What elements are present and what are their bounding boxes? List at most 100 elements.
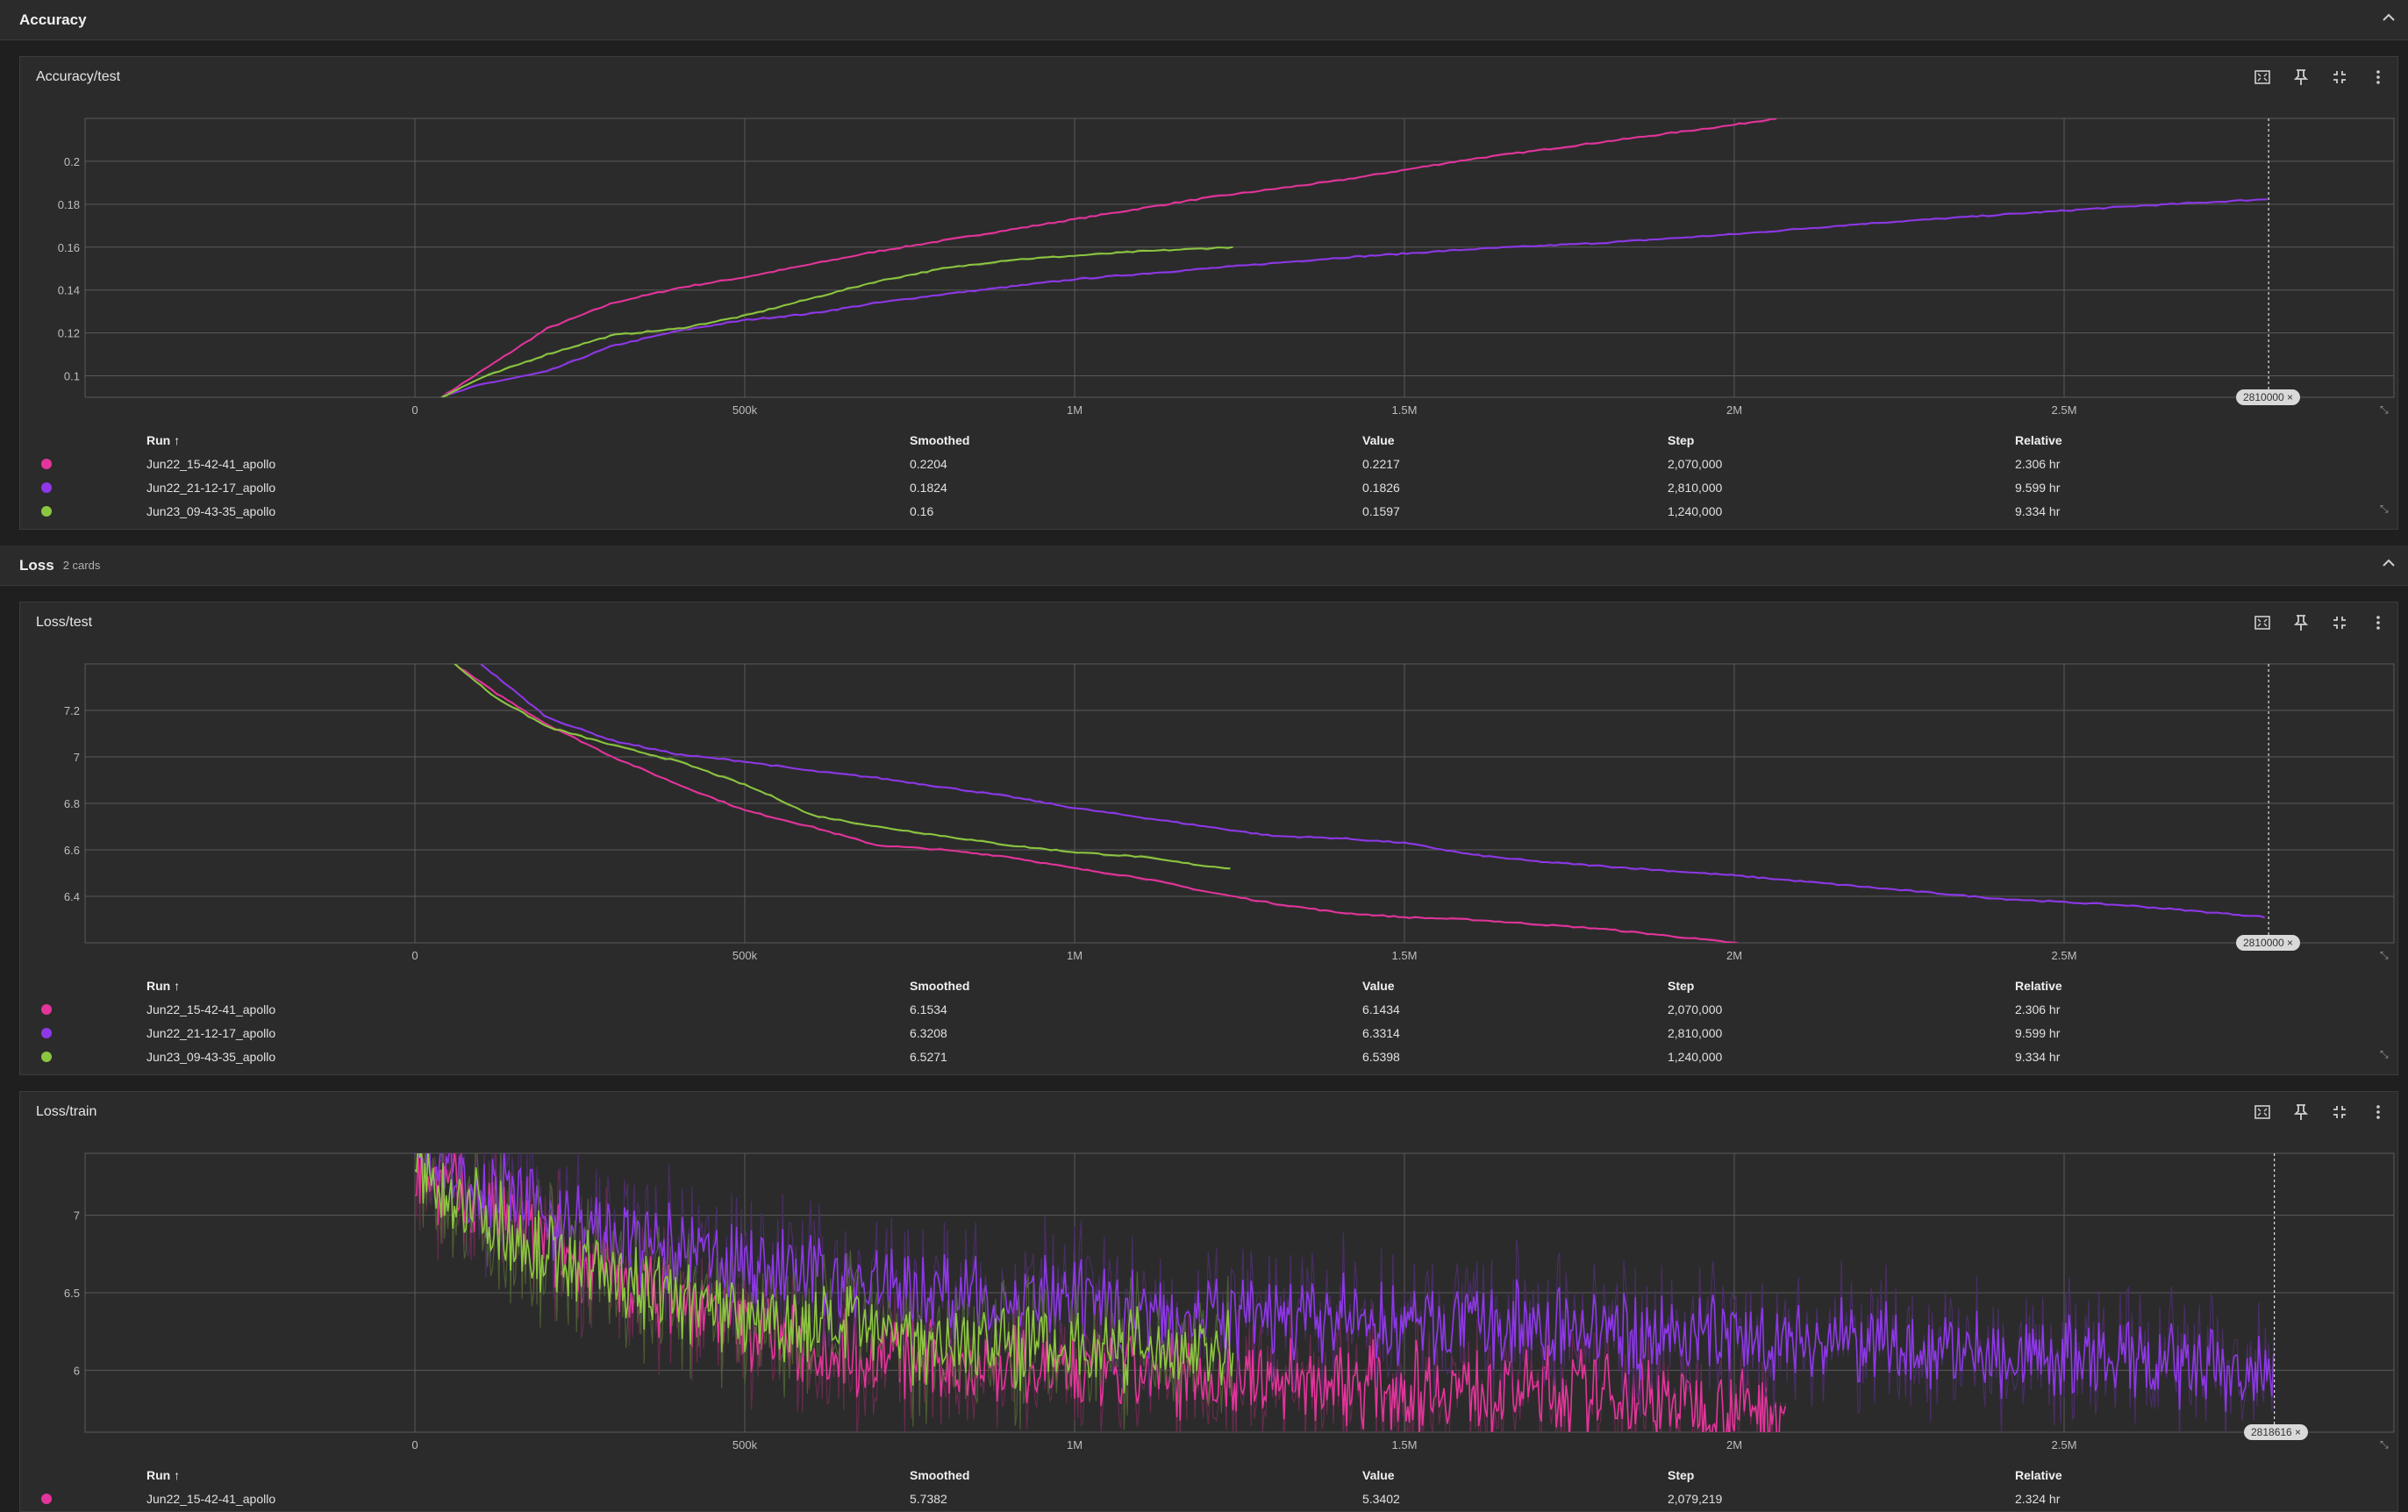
- run-color-dot: [41, 459, 52, 469]
- resize-handle-icon[interactable]: ⤡: [2380, 503, 2390, 515]
- table-cell-smoothed: 6.3208: [910, 1026, 947, 1040]
- y-tick-label: 0.12: [58, 327, 80, 340]
- run-color-dot: [41, 1052, 52, 1062]
- x-tick-label: 1M: [1067, 1438, 1083, 1451]
- header-run[interactable]: Run ↑: [146, 433, 180, 447]
- series-layer: [454, 664, 2265, 943]
- card-title: Loss/test: [36, 615, 93, 630]
- series-layer: [414, 1153, 2275, 1432]
- header-step[interactable]: Step: [1668, 433, 1694, 447]
- table-cell-relative: 2.324 hr: [2015, 1492, 2061, 1506]
- header-value[interactable]: Value: [1362, 433, 1395, 447]
- resize-handle-icon[interactable]: ⤡: [2380, 1048, 2390, 1060]
- header-run[interactable]: Run ↑: [146, 979, 180, 993]
- table-cell-relative: 9.334 hr: [2015, 1050, 2061, 1064]
- table-cell-smoothed: 6.5271: [910, 1050, 947, 1064]
- series-raw-line: [454, 664, 1742, 943]
- collapse-icon[interactable]: [2320, 66, 2359, 89]
- table-cell-run[interactable]: Jun22_21-12-17_apollo: [146, 1026, 275, 1040]
- card-title: Loss/train: [36, 1104, 97, 1119]
- y-tick-label: 6.4: [64, 890, 80, 903]
- header-relative[interactable]: Relative: [2015, 979, 2062, 993]
- more-vert-icon[interactable]: [2359, 66, 2397, 89]
- table-cell-smoothed: 0.1824: [910, 481, 947, 495]
- table-cell-step: 2,070,000: [1668, 1002, 1723, 1016]
- series-line: [454, 664, 1740, 943]
- x-tick-label: 2.5M: [2052, 403, 2077, 417]
- x-tick-label: 1.5M: [1392, 403, 1418, 417]
- resize-handle-icon[interactable]: ⤡: [2380, 1438, 2390, 1451]
- y-tick-label: 6.6: [64, 844, 80, 857]
- more-vert-icon[interactable]: [2359, 1101, 2397, 1123]
- y-tick-label: 0.2: [64, 155, 80, 168]
- chart-plot[interactable]: 0 500k 1M 1.5M 2M 2.5M 0.1 0.12 0.14 0.16 0.18 0.2: [20, 101, 2399, 460]
- header-run[interactable]: Run ↑: [146, 1468, 180, 1482]
- run-color-dot: [41, 1004, 52, 1015]
- cursor-step-label: 2810000: [2243, 391, 2284, 403]
- table-cell-relative: 2.306 hr: [2015, 457, 2061, 471]
- header-smoothed[interactable]: Smoothed: [910, 1468, 969, 1482]
- header-smoothed[interactable]: Smoothed: [910, 433, 969, 447]
- fit-domain-icon[interactable]: [2243, 611, 2282, 634]
- table-cell-value: 6.1434: [1362, 1002, 1400, 1016]
- table-cell-run[interactable]: Jun22_15-42-41_apollo: [146, 1492, 275, 1506]
- header-value[interactable]: Value: [1362, 979, 1395, 993]
- run-color-dot: [41, 482, 52, 493]
- x-tick-label: 1.5M: [1392, 1438, 1418, 1451]
- group-header-loss[interactable]: Loss 2 cards: [0, 546, 2408, 586]
- header-smoothed[interactable]: Smoothed: [910, 979, 969, 993]
- cursor-step-badge[interactable]: 2810000 ×: [2236, 935, 2301, 951]
- y-tick-label: 0.1: [64, 370, 80, 383]
- group-header-accuracy[interactable]: Accuracy: [0, 0, 2408, 40]
- run-color-dot: [41, 1028, 52, 1038]
- card-title: Accuracy/test: [36, 69, 121, 84]
- chart-plot[interactable]: 0 500k 1M 1.5M 2M 2.5M 6.4 6.6 6.8 7 7.2: [20, 646, 2399, 1006]
- table-cell-run[interactable]: Jun22_15-42-41_apollo: [146, 457, 275, 471]
- collapse-icon[interactable]: [2320, 1101, 2359, 1123]
- cursor-step-badge[interactable]: 2818616 ×: [2244, 1424, 2309, 1440]
- collapse-icon[interactable]: [2320, 611, 2359, 634]
- header-relative[interactable]: Relative: [2015, 1468, 2062, 1482]
- table-cell-value: 5.3402: [1362, 1492, 1400, 1506]
- table-cell-relative: 9.599 hr: [2015, 481, 2061, 495]
- x-tick-label: 0: [411, 1438, 418, 1451]
- group-title: Accuracy: [19, 11, 87, 28]
- resize-handle-icon[interactable]: ⤡: [2380, 949, 2390, 961]
- fit-domain-icon[interactable]: [2243, 1101, 2282, 1123]
- table-cell-run[interactable]: Jun23_09-43-35_apollo: [146, 504, 275, 518]
- plot-frame: [84, 118, 2395, 398]
- fit-domain-icon[interactable]: [2243, 66, 2282, 89]
- chevron-up-icon[interactable]: [2380, 9, 2397, 26]
- series-line: [440, 246, 1233, 397]
- pin-icon[interactable]: [2282, 66, 2320, 89]
- table-cell-step: 2,810,000: [1668, 1026, 1723, 1040]
- table-cell-run[interactable]: Jun22_21-12-17_apollo: [146, 481, 275, 495]
- card-toolbar: [2243, 66, 2397, 89]
- y-tick-label: 7.2: [64, 704, 80, 717]
- table-cell-smoothed: 5.7382: [910, 1492, 947, 1506]
- table-cell-value: 0.1597: [1362, 504, 1400, 518]
- table-cell-step: 2,079,219: [1668, 1492, 1723, 1506]
- table-cell-step: 2,810,000: [1668, 481, 1723, 495]
- header-step[interactable]: Step: [1668, 979, 1694, 993]
- table-cell-run[interactable]: Jun23_09-43-35_apollo: [146, 1050, 275, 1064]
- resize-handle-icon[interactable]: ⤡: [2380, 403, 2390, 416]
- table-cell-step: 2,070,000: [1668, 457, 1723, 471]
- header-step[interactable]: Step: [1668, 1468, 1694, 1482]
- series-raw-line: [440, 246, 1233, 397]
- y-tick-label: 0.18: [58, 198, 80, 211]
- chart-plot[interactable]: 0 500k 1M 1.5M 2M 2.5M 6 6.5 7: [20, 1136, 2399, 1495]
- table-cell-run[interactable]: Jun22_15-42-41_apollo: [146, 1002, 275, 1016]
- pin-icon[interactable]: [2282, 1101, 2320, 1123]
- y-tick-label: 6.5: [64, 1287, 80, 1300]
- table-cell-step: 1,240,000: [1668, 1050, 1723, 1064]
- more-vert-icon[interactable]: [2359, 611, 2397, 634]
- pin-icon[interactable]: [2282, 611, 2320, 634]
- series-line: [454, 664, 1231, 870]
- x-tick-label: 1.5M: [1392, 949, 1418, 962]
- cursor-step-badge[interactable]: 2810000 ×: [2236, 389, 2301, 405]
- header-relative[interactable]: Relative: [2015, 433, 2062, 447]
- series-line: [440, 118, 1777, 397]
- chevron-up-icon[interactable]: [2380, 554, 2397, 572]
- header-value[interactable]: Value: [1362, 1468, 1395, 1482]
